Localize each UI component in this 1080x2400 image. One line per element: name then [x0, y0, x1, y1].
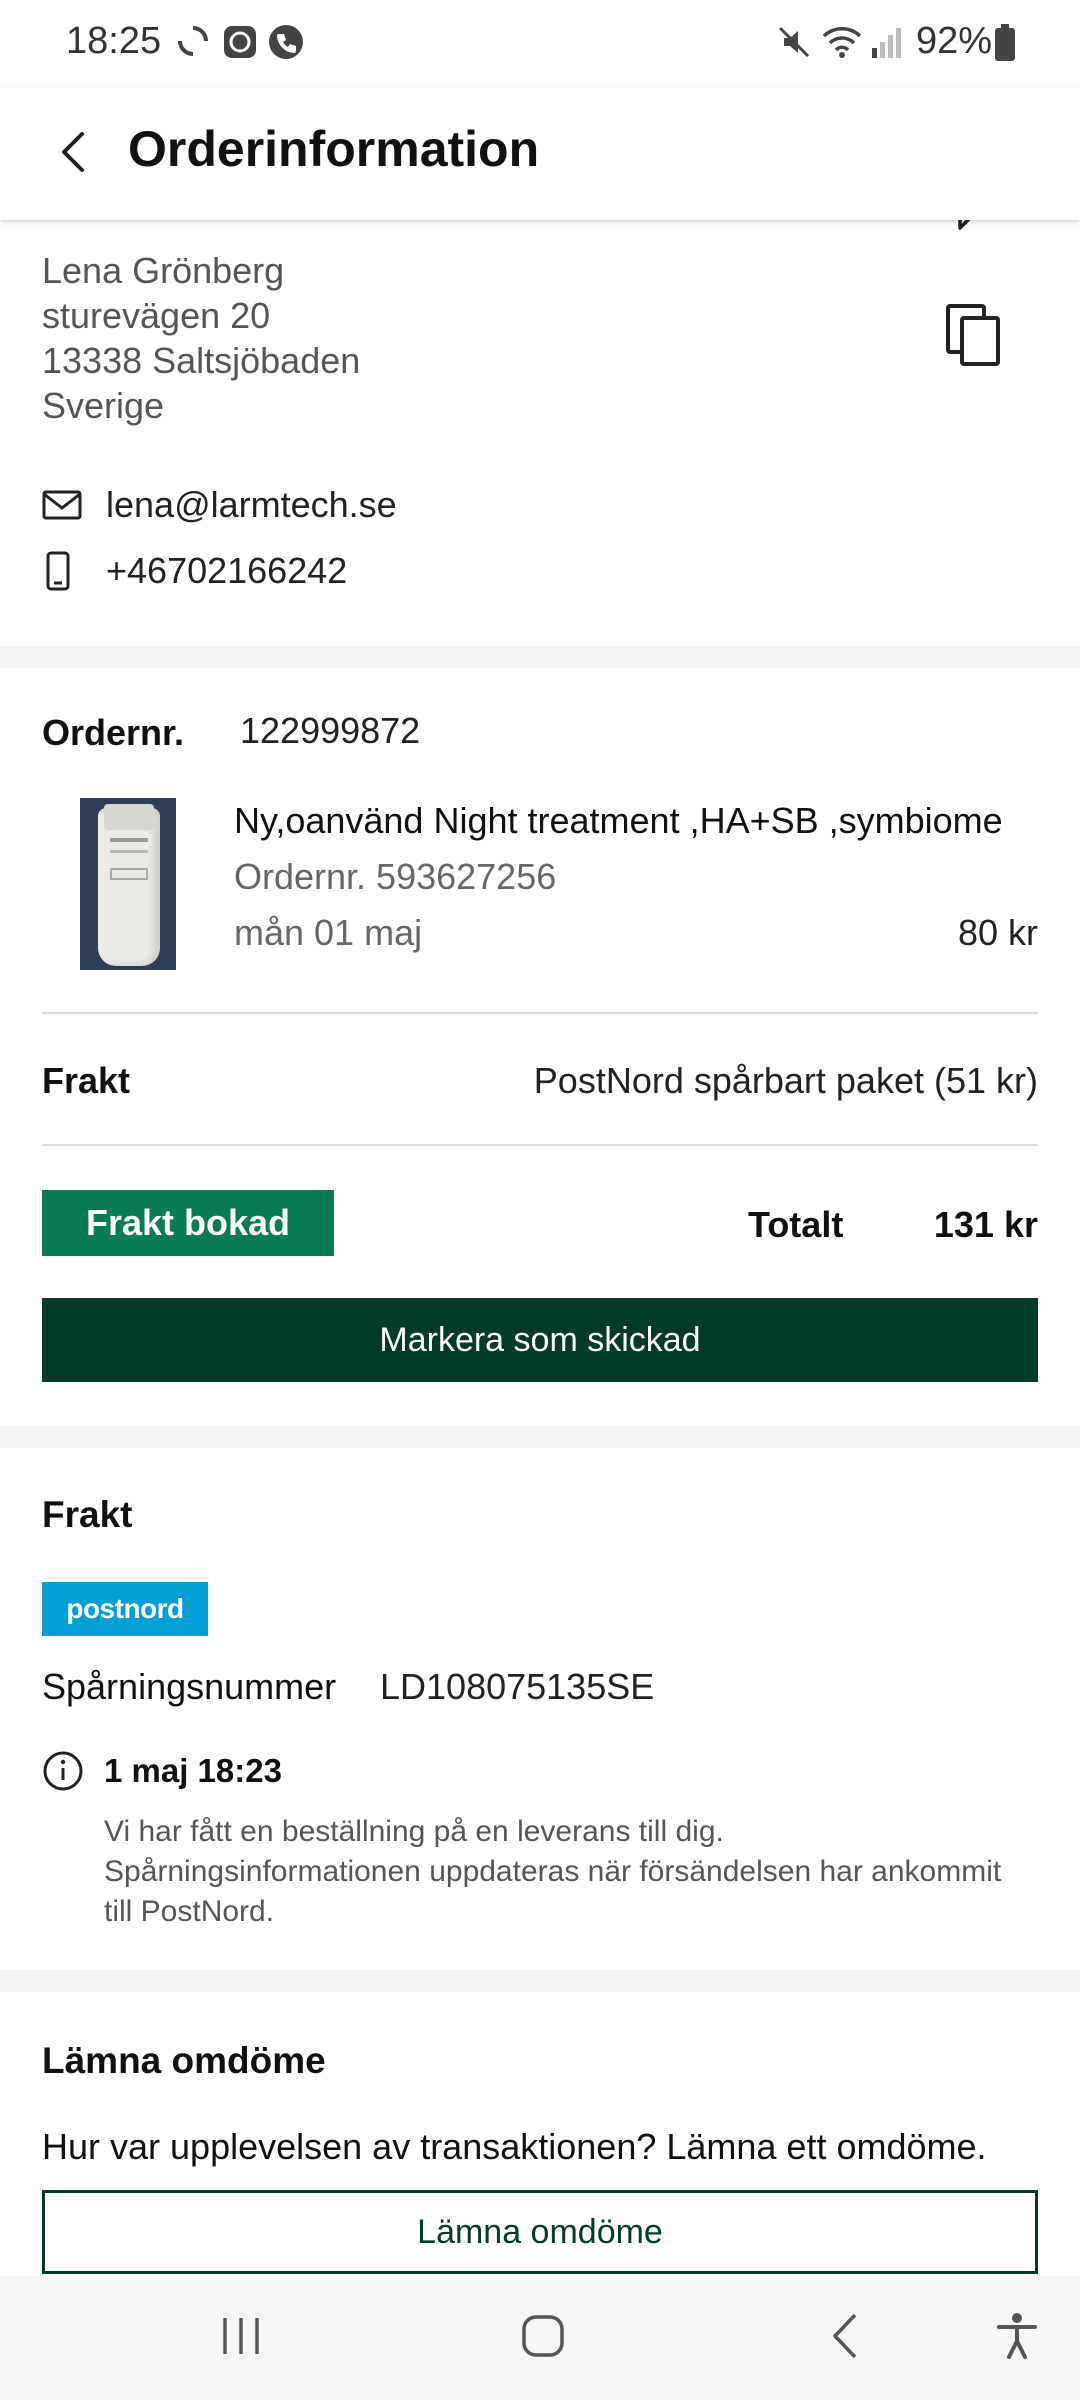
- postnord-logo: postnord: [42, 1582, 208, 1636]
- total-value: 131 kr: [933, 1204, 1038, 1245]
- product-price: 80 kr: [957, 912, 1038, 953]
- email-row[interactable]: lena@larmtech.se: [42, 480, 397, 530]
- review-section-title: Lämna omdöme: [42, 2040, 326, 2081]
- app-bar: Orderinformation: [0, 88, 1080, 220]
- accessibility-button[interactable]: [972, 2296, 1062, 2380]
- phone-row[interactable]: +46702166242: [42, 546, 347, 596]
- home-button[interactable]: [498, 2296, 588, 2380]
- buyer-address: Lena Grönberg sturevägen 20 13338 Saltsj…: [42, 248, 360, 428]
- leave-review-button[interactable]: Lämna omdöme: [42, 2190, 1038, 2274]
- section-divider: [0, 1970, 1080, 1992]
- tracking-label: Spårningsnummer: [42, 1666, 337, 1707]
- shipping-method: PostNord spårbart paket (51 kr): [533, 1060, 1038, 1101]
- order-number-label: Ordernr.: [42, 712, 185, 753]
- back-button[interactable]: [40, 122, 104, 186]
- system-back-button[interactable]: [800, 2296, 890, 2380]
- sync-icon: [176, 24, 210, 63]
- mark-as-shipped-button[interactable]: Markera som skickad: [42, 1298, 1038, 1382]
- battery-percent: 92%: [916, 20, 993, 62]
- divider: [42, 1144, 1038, 1146]
- product-title[interactable]: Ny,oanvänd Night treatment ,HA+SB ,symbi…: [234, 800, 1034, 842]
- buyer-street: sturevägen 20: [42, 295, 271, 336]
- copy-icon: [940, 304, 1010, 374]
- product-date: mån 01 maj: [234, 912, 423, 953]
- signal-icon: [868, 24, 904, 65]
- total-label: Totalt: [748, 1204, 844, 1245]
- review-question: Hur var upplevelsen av transaktionen? Lä…: [42, 2126, 987, 2167]
- section-divider: [0, 646, 1080, 668]
- nav-back-icon: [829, 2311, 861, 2366]
- wifi-icon: [822, 24, 862, 65]
- order-number: 122999872: [240, 710, 421, 751]
- divider: [42, 1012, 1038, 1014]
- tracking-event-date: 1 maj 18:23: [104, 1752, 282, 1789]
- copy-address-button[interactable]: [940, 300, 1010, 370]
- buyer-email[interactable]: lena@larmtech.se: [106, 484, 397, 526]
- buyer-country: Sverige: [42, 385, 165, 426]
- status-bar: 18:25 92%: [0, 0, 1080, 88]
- product-order-ref: Ordernr. 593627256: [234, 856, 557, 897]
- tracking-number[interactable]: LD108075135SE: [380, 1666, 654, 1708]
- recent-apps-icon: [219, 2314, 263, 2363]
- buyer-phone[interactable]: +46702166242: [106, 550, 347, 592]
- phone-icon: [42, 549, 86, 593]
- buyer-city: 13338 Saltsjöbaden: [42, 340, 361, 381]
- gallery-icon: [222, 24, 258, 65]
- call-icon: [268, 24, 304, 65]
- mute-icon: [776, 24, 812, 65]
- mail-icon: [42, 483, 86, 527]
- shipping-label: Frakt: [42, 1060, 131, 1101]
- recent-apps-button[interactable]: [196, 2296, 286, 2380]
- shipping-section-title: Frakt: [42, 1494, 133, 1535]
- status-time: 18:25: [66, 20, 162, 62]
- battery-icon: [994, 24, 1016, 67]
- buyer-name: Lena Grönberg: [42, 250, 285, 291]
- home-icon: [520, 2313, 566, 2364]
- info-icon: [42, 1750, 84, 1792]
- tracking-event-description: Vi har fått en beställning på en leveran…: [104, 1815, 1002, 1928]
- product-image[interactable]: [80, 798, 176, 970]
- system-nav-bar: [0, 2276, 1080, 2400]
- back-icon: [52, 128, 92, 181]
- section-divider: [0, 1426, 1080, 1448]
- shipping-booked-badge: Frakt bokad: [42, 1190, 334, 1256]
- page-title: Orderinformation: [128, 121, 540, 177]
- accessibility-icon: [995, 2311, 1039, 2366]
